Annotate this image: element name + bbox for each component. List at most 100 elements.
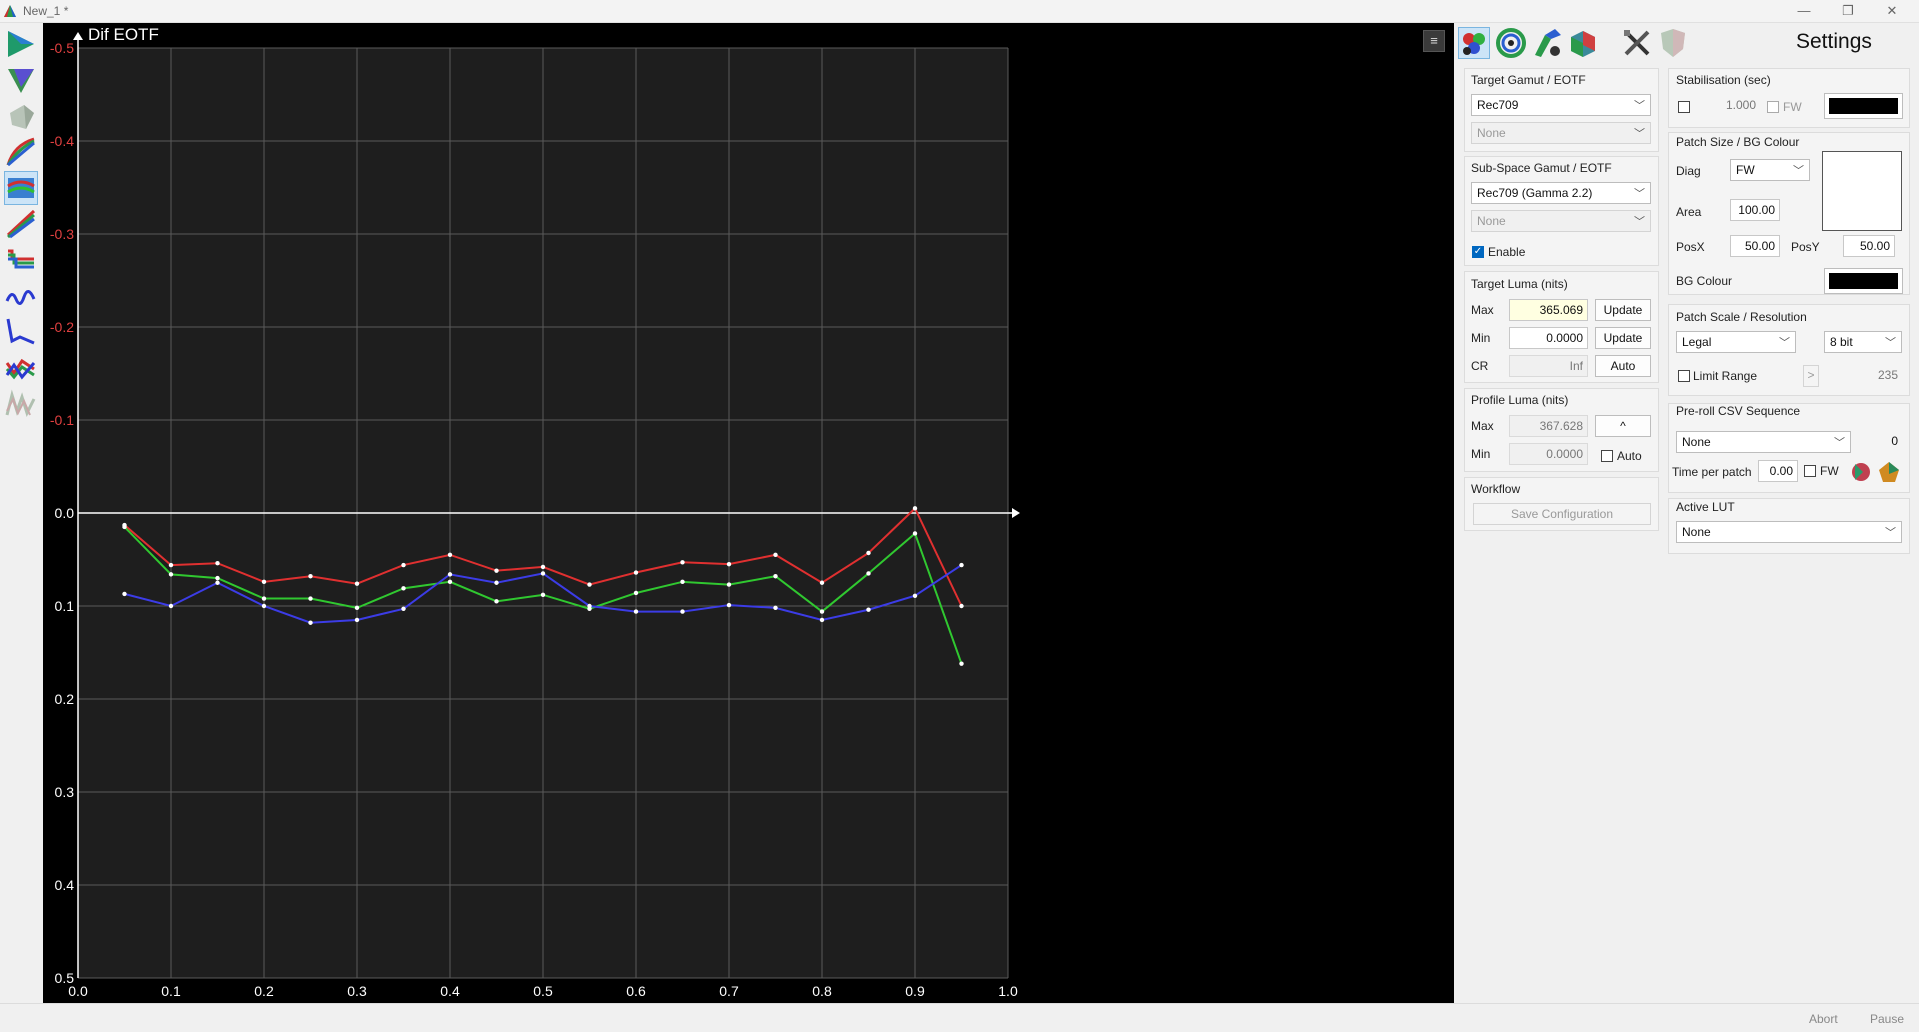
data-point xyxy=(633,609,639,614)
data-point xyxy=(168,603,174,609)
sub-space-enable-checkbox[interactable]: ✓ xyxy=(1472,246,1484,258)
patch-posy-field[interactable]: 50.00 xyxy=(1843,235,1895,257)
preroll-sequence-select[interactable]: None ﹀ xyxy=(1676,431,1851,453)
target-luma-title: Target Luma (nits) xyxy=(1471,277,1568,291)
app-logo-icon xyxy=(4,5,16,17)
y-tick-label: 0.5 xyxy=(55,970,75,986)
preroll-title: Pre-roll CSV Sequence xyxy=(1676,404,1801,418)
de-graph-tool-button[interactable] xyxy=(4,279,38,313)
y-tick-label: 0.0 xyxy=(55,505,75,521)
luma-graph-tool-button[interactable] xyxy=(4,315,38,349)
limit-range-label: Limit Range xyxy=(1693,369,1758,383)
profile-luma-up-button[interactable]: ^ xyxy=(1595,415,1651,437)
data-point xyxy=(773,605,778,611)
data-point xyxy=(680,560,685,565)
data-point xyxy=(633,590,639,596)
target-luma-max-label: Max xyxy=(1471,303,1494,317)
restore-button[interactable]: ❐ xyxy=(1826,0,1870,22)
data-point xyxy=(494,599,499,604)
target-luma-min-update-button[interactable]: Update xyxy=(1595,327,1651,349)
time-per-patch-field[interactable]: 0.00 xyxy=(1758,460,1798,482)
target-luma-auto-button[interactable]: Auto xyxy=(1595,355,1651,377)
stabilisation-colour-swatch[interactable] xyxy=(1824,93,1903,119)
cube-icon xyxy=(1571,31,1595,57)
profile-luma-min-field: 0.0000 xyxy=(1509,443,1588,465)
stabilisation-fw-checkbox[interactable] xyxy=(1767,101,1779,113)
tools-button[interactable] xyxy=(1621,27,1653,59)
target-gamut-select[interactable]: Rec709 ﹀ xyxy=(1471,94,1651,116)
profile-luma-max-label: Max xyxy=(1471,419,1494,433)
cie-diagram-tool-button[interactable] xyxy=(4,27,38,61)
data-point xyxy=(401,606,406,611)
patch-generator-button[interactable] xyxy=(1458,27,1490,59)
time-per-patch-label: Time per patch xyxy=(1672,465,1752,479)
patch-scale-select[interactable]: Legal ﹀ xyxy=(1676,331,1796,353)
bg-colour-label: BG Colour xyxy=(1676,274,1733,288)
calibration-target-button[interactable] xyxy=(1495,27,1527,59)
data-point xyxy=(680,609,685,614)
patch-posx-field[interactable]: 50.00 xyxy=(1730,235,1780,257)
limit-range-checkbox[interactable] xyxy=(1678,370,1690,382)
pause-button[interactable]: Pause xyxy=(1870,1012,1904,1026)
target-luma-min-field[interactable]: 0.0000 xyxy=(1509,327,1588,349)
probe-button[interactable] xyxy=(1531,27,1563,59)
lut-3d-button[interactable] xyxy=(1567,27,1599,59)
stabilisation-checkbox[interactable] xyxy=(1678,101,1690,113)
3d-gamut-tool-button[interactable] xyxy=(4,99,38,133)
preroll-load-button[interactable] xyxy=(1849,460,1873,484)
limit-range-operator[interactable]: > xyxy=(1803,365,1819,387)
data-point xyxy=(587,582,592,587)
resolution-select[interactable]: 8 bit ﹀ xyxy=(1824,331,1902,353)
graph-menu-button[interactable]: ≡ xyxy=(1423,30,1445,52)
profile-luma-auto-checkbox[interactable] xyxy=(1601,450,1613,462)
preroll-count-field[interactable]: 0 xyxy=(1857,431,1902,453)
patch-preview xyxy=(1822,151,1902,231)
preroll-fw-checkbox[interactable] xyxy=(1804,465,1816,477)
data-point xyxy=(726,582,732,587)
window-title: New_1 * xyxy=(23,4,69,18)
active-lut-select[interactable]: None ﹀ xyxy=(1676,521,1902,543)
target-eotf-select[interactable]: None ﹀ xyxy=(1471,122,1651,144)
left-toolbar xyxy=(0,23,42,1003)
target-luma-max-update-button[interactable]: Update xyxy=(1595,299,1651,321)
rgb-curves-tool-button[interactable] xyxy=(4,207,38,241)
stabilisation-value-field[interactable]: 1.000 xyxy=(1700,95,1760,117)
patch-diag-select[interactable]: FW ﹀ xyxy=(1730,159,1810,181)
data-point xyxy=(912,531,918,536)
sub-space-gamut-select[interactable]: Rec709 (Gamma 2.2) ﹀ xyxy=(1471,182,1651,204)
sub-space-eotf-select[interactable]: None ﹀ xyxy=(1471,210,1651,232)
y-tick-label: -0.2 xyxy=(50,319,74,335)
dif-eotf-chart[interactable]: 0.0 0.1 0.2 0.3 0.4 0.5 0.6 0.7 0.8 0.9 1.0 -0.5 -0.… xyxy=(43,23,1454,1003)
chevron-down-icon: ﹀ xyxy=(1634,128,1645,140)
x-tick-label: 0.8 xyxy=(812,983,832,999)
eotf-curves-tool-button[interactable] xyxy=(4,135,38,169)
target-luma-cr-label: CR xyxy=(1471,359,1489,373)
profile-luma-title: Profile Luma (nits) xyxy=(1471,393,1569,407)
chevron-down-icon: ﹀ xyxy=(1634,100,1645,112)
x-tick-label: 0.1 xyxy=(161,983,181,999)
minimize-button[interactable]: — xyxy=(1782,0,1826,22)
close-button[interactable]: ✕ xyxy=(1870,0,1914,22)
multi-graph-tool-button[interactable] xyxy=(4,351,38,385)
data-point xyxy=(494,580,499,585)
target-luma-max-field[interactable]: 365.069 xyxy=(1509,299,1588,321)
y-tick-label: -0.4 xyxy=(50,133,74,149)
gamut-shield-button[interactable] xyxy=(1657,27,1689,59)
bg-colour-swatch[interactable] xyxy=(1824,268,1903,294)
data-point xyxy=(912,593,918,598)
rgb-balance-tool-button[interactable] xyxy=(4,243,38,277)
x-tick-label: 0.5 xyxy=(533,983,553,999)
target-icon xyxy=(1496,28,1526,58)
preroll-edit-button[interactable] xyxy=(1877,460,1901,484)
preroll-fw-label: FW xyxy=(1820,464,1839,478)
abort-button[interactable]: Abort xyxy=(1809,1012,1838,1026)
data-point xyxy=(540,592,546,598)
save-configuration-button[interactable]: Save Configuration xyxy=(1473,503,1651,525)
spectrum-tool-button[interactable] xyxy=(4,387,38,421)
limit-range-field[interactable]: 235 xyxy=(1826,365,1902,387)
dif-eotf-tool-button[interactable] xyxy=(4,171,38,205)
patch-area-field[interactable]: 100.00 xyxy=(1730,199,1780,221)
data-point xyxy=(773,574,778,579)
x-tick-label: 0.9 xyxy=(905,983,925,999)
gamut-triangle-tool-button[interactable] xyxy=(4,63,38,97)
